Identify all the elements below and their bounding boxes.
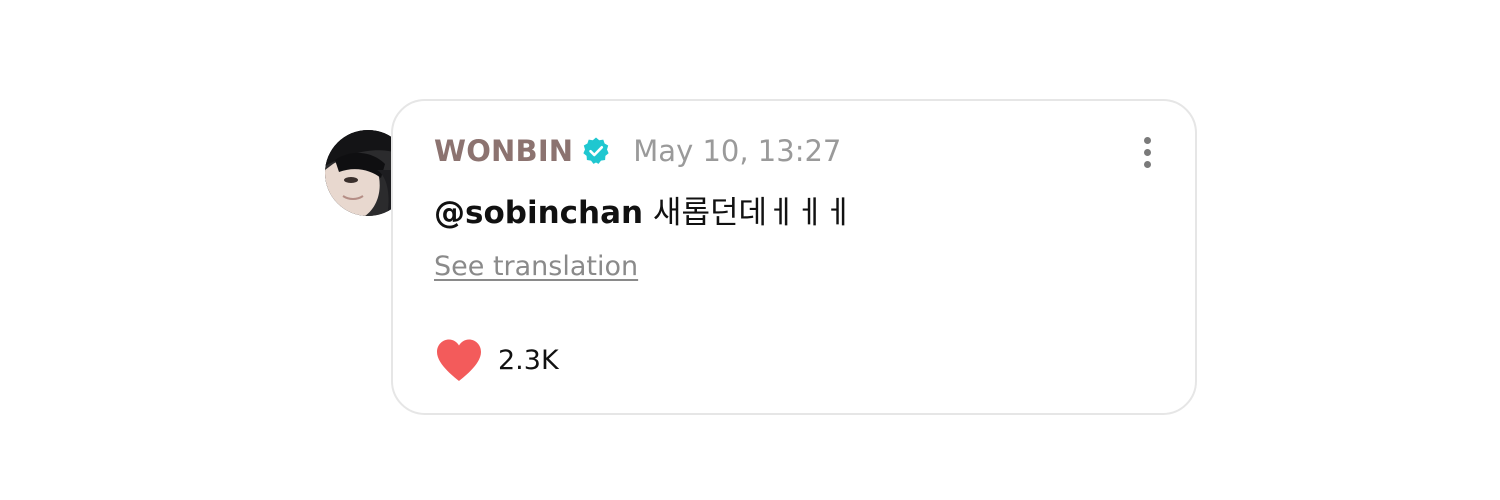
more-vertical-icon[interactable] — [1138, 135, 1158, 171]
heart-icon[interactable] — [434, 337, 484, 383]
verified-badge-icon — [581, 136, 611, 166]
username[interactable]: WONBIN — [434, 134, 573, 168]
like-count: 2.3K — [498, 344, 559, 376]
comment-screen: WONBIN May 10, 13:27 @sobinchan 새롭던데ㅔㅔㅔ … — [0, 0, 1500, 500]
like-row: 2.3K — [434, 335, 559, 385]
comment-header: WONBIN May 10, 13:27 — [434, 129, 841, 173]
mention-link[interactable]: @sobinchan — [434, 195, 643, 231]
comment-message: 새롭던데ㅔㅔㅔ — [643, 195, 853, 231]
see-translation-link[interactable]: See translation — [434, 251, 638, 282]
comment-text: @sobinchan 새롭던데ㅔㅔㅔ — [434, 187, 853, 232]
timestamp: May 10, 13:27 — [633, 134, 842, 168]
comment-card: WONBIN May 10, 13:27 @sobinchan 새롭던데ㅔㅔㅔ … — [391, 99, 1197, 415]
